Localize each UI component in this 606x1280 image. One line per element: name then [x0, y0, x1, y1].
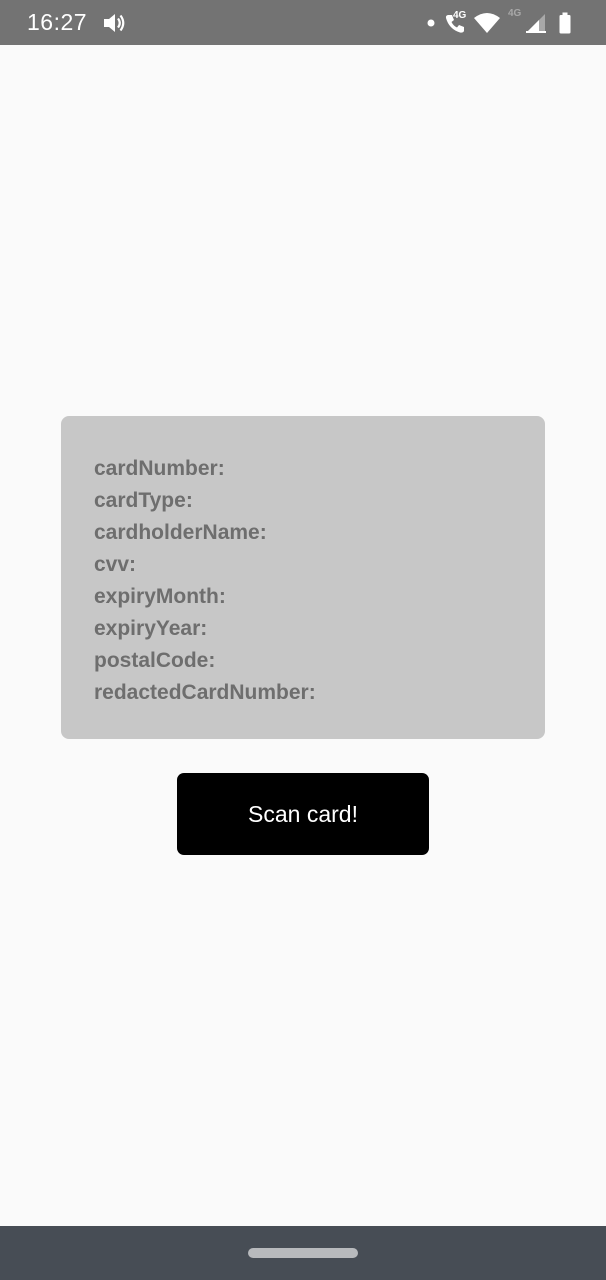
- home-gesture-handle[interactable]: [248, 1248, 358, 1258]
- field-expiry-month: expiryMonth:: [94, 585, 226, 608]
- cell-signal-icon: [524, 0, 548, 45]
- volume-icon: [101, 0, 127, 45]
- wifi-call-icon: [442, 0, 468, 45]
- wifi-icon: [472, 0, 502, 45]
- navigation-bar: [0, 1226, 606, 1280]
- field-postal-code: postalCode:: [94, 649, 216, 672]
- network-type-label-secondary: 4G: [508, 8, 522, 19]
- status-bar: 16:27 4G 4G: [0, 0, 606, 45]
- field-card-number: cardNumber:: [94, 457, 225, 480]
- field-redacted-card-number: redactedCardNumber:: [94, 681, 316, 704]
- field-card-type: cardType:: [94, 489, 193, 512]
- notification-dot-icon: [425, 0, 437, 45]
- app-screen: 16:27 4G 4G cardNumber: cardType: cardho…: [0, 0, 606, 1280]
- battery-icon: [556, 0, 574, 45]
- field-cardholder-name: cardholderName:: [94, 521, 267, 544]
- card-field-list: cardNumber: cardType: cardholderName: cv…: [94, 453, 316, 709]
- card-details-panel: cardNumber: cardType: cardholderName: cv…: [61, 416, 545, 739]
- field-cvv: cvv:: [94, 553, 137, 576]
- field-expiry-year: expiryYear:: [94, 617, 208, 640]
- network-type-label: 4G: [453, 10, 467, 21]
- status-time: 16:27: [27, 9, 88, 35]
- scan-card-button[interactable]: Scan card!: [177, 773, 429, 855]
